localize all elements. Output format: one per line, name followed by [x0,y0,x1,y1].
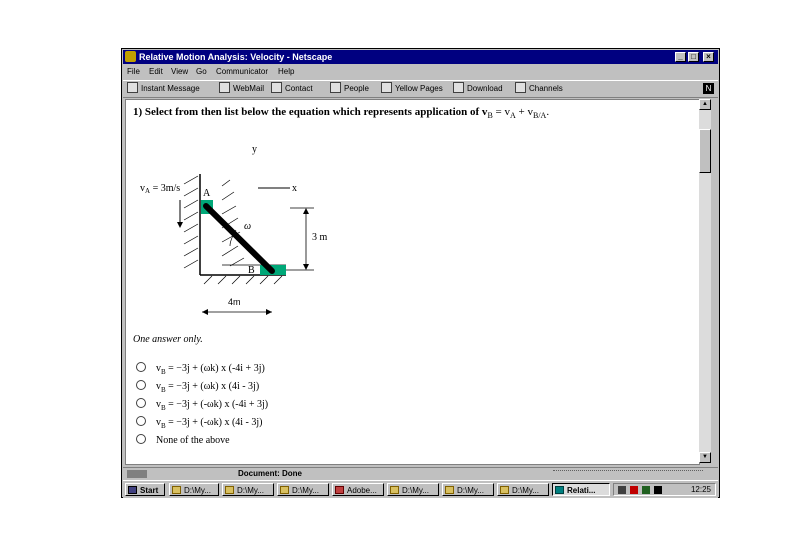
option-2-radio[interactable] [136,380,146,390]
menu-view[interactable]: View [171,65,188,79]
taskbar-item-7[interactable]: D:\My... [497,483,549,496]
va-label: vA = 3m/s [140,183,180,195]
y-axis-label: y [252,144,257,155]
status-bar: Document: Done [123,467,718,480]
adobe-icon [335,486,344,494]
folder-icon [390,486,399,494]
toolbar-webmail[interactable]: WebMail [219,81,264,97]
menu-help[interactable]: Help [278,65,294,79]
taskbar-item-5[interactable]: D:\My... [387,483,439,496]
menu-go[interactable]: Go [196,65,207,79]
clock: 12:25 [690,485,711,494]
start-button[interactable]: Start [125,483,165,496]
tray-monitor-icon[interactable] [654,486,662,494]
va-arrowhead [177,222,183,228]
question-text: 1) Select from then list below the equat… [133,106,550,121]
point-a-label: A [203,188,211,199]
close-button[interactable]: × [703,52,714,62]
status-text: Document: Done [238,469,302,478]
folder-icon [445,486,454,494]
title-bar[interactable]: Relative Motion Analysis: Velocity - Net… [123,50,718,64]
x-axis-label: x [292,183,297,194]
netscape-logo[interactable]: N [703,83,714,94]
channels-icon [515,82,526,93]
vertical-scrollbar[interactable]: ▲ ▼ [699,99,711,463]
maximize-button[interactable]: □ [688,52,699,62]
scroll-thumb[interactable] [699,129,711,173]
option-2[interactable]: vB = −3j + (ωk) x (4i - 3j) [136,380,259,394]
width-label: 4m [228,297,241,307]
taskbar-item-3[interactable]: D:\My... [277,483,329,496]
taskbar-item-2[interactable]: D:\My... [222,483,274,496]
window-title: Relative Motion Analysis: Velocity - Net… [139,52,333,62]
toolbar-channels[interactable]: Channels [515,81,563,97]
folder-icon [172,486,181,494]
folder-icon [280,486,289,494]
toolbar-download[interactable]: Download [453,81,503,97]
width-arrow-left [202,309,208,315]
browser-window: Relative Motion Analysis: Velocity - Net… [121,48,720,498]
contact-icon [271,82,282,93]
menu-file[interactable]: File [127,65,140,79]
security-icon[interactable] [127,470,147,478]
option-1[interactable]: vB = −3j + (ωk) x (-4i + 3j) [136,362,265,376]
option-5-radio[interactable] [136,434,146,444]
taskbar-item-1[interactable]: D:\My... [169,483,219,496]
taskbar: Start D:\My... D:\My... D:\My... Adobe..… [123,480,718,498]
toolbar-yellow-pages[interactable]: Yellow Pages [381,81,443,97]
option-4[interactable]: vB = −3j + (-ωk) x (4i - 3j) [136,416,263,430]
tray-volume-icon[interactable] [642,486,650,494]
windows-logo-icon [128,486,137,494]
scroll-down-arrow[interactable]: ▼ [699,452,711,463]
taskbar-item-6[interactable]: D:\My... [442,483,494,496]
folder-icon [500,486,509,494]
width-arrow-right [266,309,272,315]
menu-communicator[interactable]: Communicator [216,65,268,79]
download-icon [453,82,464,93]
height-arrow-bottom [303,264,309,270]
webmail-icon [219,82,230,93]
taskbar-item-active[interactable]: Relati... [552,483,610,496]
menu-edit[interactable]: Edit [149,65,163,79]
minimize-button[interactable]: _ [675,52,686,62]
page-content: 1) Select from then list below the equat… [125,99,700,465]
omega-label: ω [244,221,251,232]
option-5[interactable]: None of the above [136,434,230,448]
option-3[interactable]: vB = −3j + (-ωk) x (-4i + 3j) [136,398,268,412]
point-b-label: B [248,265,255,276]
component-bar [553,470,703,479]
toolbar-people[interactable]: People [330,81,369,97]
taskbar-item-4[interactable]: Adobe... [332,483,384,496]
toolbar-contact[interactable]: Contact [271,81,313,97]
height-label: 3 m [312,232,328,243]
personal-toolbar: Instant Message WebMail Contact People Y… [123,80,718,98]
people-icon [330,82,341,93]
yellow-pages-icon [381,82,392,93]
option-4-radio[interactable] [136,416,146,426]
netscape-icon [555,486,564,494]
wall-hatching [183,175,245,269]
menu-bar: File Edit View Go Communicator Help [123,65,718,79]
instant-message-icon [127,82,138,93]
tray-network-icon[interactable] [618,486,626,494]
netscape-icon [125,51,136,62]
tray-app-icon[interactable] [630,486,638,494]
option-1-radio[interactable] [136,362,146,372]
folder-icon [225,486,234,494]
option-3-radio[interactable] [136,398,146,408]
height-arrow-top [303,208,309,214]
floor-hatching [203,275,283,285]
mechanism-diagram: y x vA = 3m/s A B ω 3 m 4m [140,144,328,315]
toolbar-instant-message[interactable]: Instant Message [127,81,200,97]
answer-hint: One answer only. [133,334,203,345]
scroll-up-arrow[interactable]: ▲ [699,99,711,110]
system-tray: 12:25 [613,483,716,496]
